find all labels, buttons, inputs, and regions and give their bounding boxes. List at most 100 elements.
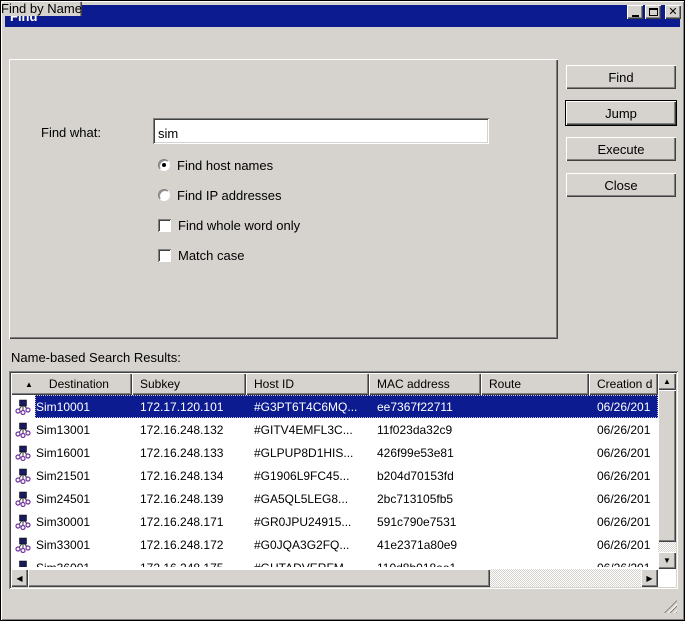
row-content: Sim36001 172.16.248.175 #GHTADVERFM... 1…: [35, 556, 658, 567]
cell-destination: Sim30001: [35, 515, 132, 529]
cell-host-id: #G3PT6T4C6MQ...: [246, 400, 369, 414]
results-table: ▲ Destination Subkey Host ID MAC address…: [9, 371, 678, 589]
table-row[interactable]: Sim36001 172.16.248.175 #GHTADVERFM... 1…: [11, 556, 658, 567]
column-label: Creation d: [597, 377, 652, 391]
checkbox-label: Match case: [178, 248, 244, 263]
radio-find-ip-addresses[interactable]: Find IP addresses: [158, 187, 282, 203]
horizontal-scroll-thumb[interactable]: [28, 569, 490, 587]
cell-destination: Sim33001: [35, 538, 132, 552]
cell-mac-address: b204d70153fd: [369, 469, 481, 483]
cell-mac-address: ee7367f22711: [369, 400, 481, 414]
table-row[interactable]: Sim21501 172.16.248.134 #G1906L9FC45... …: [11, 464, 658, 487]
minimize-button[interactable]: [627, 5, 643, 19]
cell-host-id: #GLPUP8D1HIS...: [246, 446, 369, 460]
row-content: Sim24501 172.16.248.139 #GA5QL5LEG8... 2…: [35, 487, 658, 510]
host-icon: [11, 556, 35, 567]
execute-button[interactable]: Execute: [566, 137, 676, 161]
window-controls: ✕: [627, 5, 681, 19]
host-icon: [11, 441, 35, 464]
column-header-creation[interactable]: Creation d: [589, 373, 658, 395]
table-row[interactable]: Sim16001 172.16.248.133 #GLPUP8D1HIS... …: [11, 441, 658, 464]
column-label: Destination: [49, 377, 109, 391]
cell-mac-address: 591c790e7531: [369, 515, 481, 529]
scroll-left-button[interactable]: ◀: [11, 569, 28, 587]
host-icon: [11, 464, 35, 487]
cell-subkey: 172.17.120.101: [132, 400, 246, 414]
cell-creation: 06/26/201: [589, 400, 658, 414]
cell-creation: 06/26/201: [589, 515, 658, 529]
scroll-up-button[interactable]: ▲: [658, 373, 676, 390]
host-icon: [11, 533, 35, 556]
scroll-down-button[interactable]: ▼: [658, 552, 676, 569]
cell-creation: 06/26/201: [589, 423, 658, 437]
table-row[interactable]: Sim10001 172.17.120.101 #G3PT6T4C6MQ... …: [11, 395, 658, 418]
row-content: Sim10001 172.17.120.101 #G3PT6T4C6MQ... …: [35, 395, 658, 418]
radio-button-icon[interactable]: [158, 159, 170, 171]
cell-host-id: #G0JQA3G2FQ...: [246, 538, 369, 552]
column-header-route[interactable]: Route: [481, 373, 589, 395]
minimize-icon: [632, 15, 639, 17]
cell-subkey: 172.16.248.172: [132, 538, 246, 552]
column-label: Host ID: [254, 377, 294, 391]
cell-destination: Sim13001: [35, 423, 132, 437]
maximize-button[interactable]: [645, 5, 661, 19]
radio-find-host-names[interactable]: Find host names: [158, 157, 273, 173]
cell-mac-address: 2bc713105fb5: [369, 492, 481, 506]
close-button[interactable]: Close: [566, 173, 676, 197]
column-header-host-id[interactable]: Host ID: [246, 373, 369, 395]
vertical-scroll-thumb[interactable]: [658, 390, 676, 542]
cell-subkey: 172.16.248.133: [132, 446, 246, 460]
results-rows: Sim10001 172.17.120.101 #G3PT6T4C6MQ... …: [11, 395, 658, 567]
cell-mac-address: 11f023da32c9: [369, 423, 481, 437]
host-icon: [11, 487, 35, 510]
cell-subkey: 172.16.248.171: [132, 515, 246, 529]
title-bar[interactable]: Find: [5, 5, 680, 27]
row-content: Sim30001 172.16.248.171 #GR0JPU24915... …: [35, 510, 658, 533]
cell-mac-address: 41e2371a80e9: [369, 538, 481, 552]
table-row[interactable]: Sim30001 172.16.248.171 #GR0JPU24915... …: [11, 510, 658, 533]
checkbox-label: Find whole word only: [178, 218, 300, 233]
vertical-scrollbar[interactable]: ▲ ▼: [658, 373, 676, 569]
jump-button[interactable]: Jump: [566, 101, 676, 125]
cell-subkey: 172.16.248.132: [132, 423, 246, 437]
column-header-subkey[interactable]: Subkey: [132, 373, 246, 395]
resize-grip[interactable]: [664, 600, 677, 613]
row-content: Sim13001 172.16.248.132 #GITV4EMFL3C... …: [35, 418, 658, 441]
radio-button-icon[interactable]: [158, 189, 170, 201]
table-row[interactable]: Sim13001 172.16.248.132 #GITV4EMFL3C... …: [11, 418, 658, 441]
sort-ascending-icon: ▲: [25, 380, 33, 389]
find-what-label: Find what:: [41, 125, 101, 140]
cell-destination: Sim16001: [35, 446, 132, 460]
cell-creation: 06/26/201: [589, 561, 658, 568]
table-row[interactable]: Sim33001 172.16.248.172 #G0JQA3G2FQ... 4…: [11, 533, 658, 556]
host-icon: [11, 418, 35, 441]
checkbox-match-case[interactable]: Match case: [158, 247, 244, 263]
column-label: Subkey: [140, 377, 180, 391]
checkbox-find-whole-word[interactable]: Find whole word only: [158, 217, 300, 233]
horizontal-scrollbar[interactable]: ◀ ▶: [11, 569, 658, 587]
tab-find-by-name[interactable]: Find by Name: [1, 1, 82, 16]
cell-host-id: #GR0JPU24915...: [246, 515, 369, 529]
cell-destination: Sim24501: [35, 492, 132, 506]
cell-destination: Sim10001: [35, 400, 132, 414]
find-button[interactable]: Find: [566, 65, 676, 89]
cell-creation: 06/26/201: [589, 446, 658, 460]
cell-host-id: #G1906L9FC45...: [246, 469, 369, 483]
cell-creation: 06/26/201: [589, 538, 658, 552]
cell-host-id: #GITV4EMFL3C...: [246, 423, 369, 437]
tab-page: [9, 59, 558, 339]
cell-subkey: 172.16.248.134: [132, 469, 246, 483]
checkbox-icon[interactable]: [158, 219, 171, 232]
cell-mac-address: 110d8b018ee1: [369, 561, 481, 568]
table-row[interactable]: Sim24501 172.16.248.139 #GA5QL5LEG8... 2…: [11, 487, 658, 510]
cell-host-id: #GA5QL5LEG8...: [246, 492, 369, 506]
column-header-mac-address[interactable]: MAC address: [369, 373, 481, 395]
checkbox-icon[interactable]: [158, 249, 171, 262]
column-header-destination[interactable]: ▲ Destination: [11, 373, 132, 395]
radio-label: Find IP addresses: [177, 188, 282, 203]
host-icon: [11, 395, 35, 418]
scroll-right-button[interactable]: ▶: [641, 569, 658, 587]
cell-mac-address: 426f99e53e81: [369, 446, 481, 460]
find-what-input[interactable]: [153, 118, 489, 144]
close-window-button[interactable]: ✕: [665, 5, 681, 19]
